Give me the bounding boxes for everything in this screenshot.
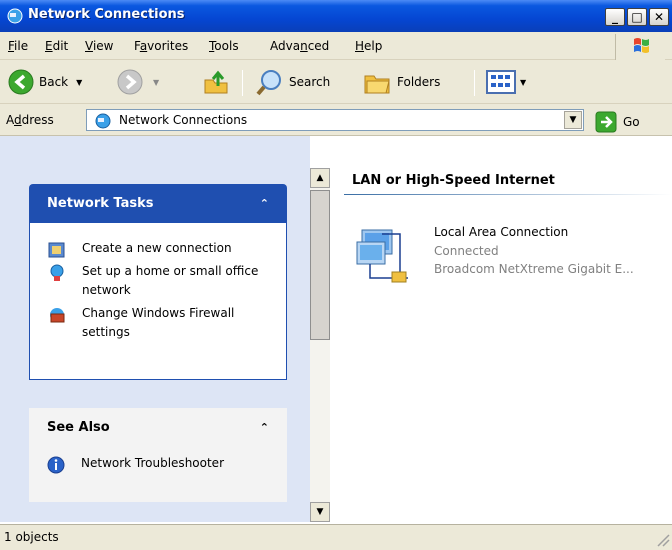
network-tasks-body: Create a new connection Set up a home or… xyxy=(29,222,287,380)
scroll-thumb[interactable] xyxy=(310,190,330,340)
see-also-body: Network Troubleshooter xyxy=(29,446,287,502)
collapse-chevron-icon[interactable]: ⌃ xyxy=(260,421,269,434)
info-icon xyxy=(47,456,65,474)
folders-icon xyxy=(364,75,390,94)
task-create-connection[interactable]: Create a new connection xyxy=(30,239,286,258)
vertical-scrollbar[interactable]: ▲ ▼ xyxy=(310,168,330,522)
toolbar-separator xyxy=(242,70,243,96)
views-dropdown-icon[interactable]: ▼ xyxy=(520,78,526,87)
scroll-down-button[interactable]: ▼ xyxy=(310,502,330,522)
new-connection-icon xyxy=(48,242,65,258)
toolbar: Back ▼ ▼ Search Folders ▼ xyxy=(0,60,672,104)
task-home-network[interactable]: Set up a home or small office network xyxy=(30,262,286,300)
forward-arrow-icon xyxy=(117,69,143,95)
window-title: Network Connections xyxy=(28,7,185,22)
collapse-chevron-icon[interactable]: ⌃ xyxy=(260,197,269,210)
up-folder-button[interactable] xyxy=(202,68,230,96)
title-bar[interactable]: Network Connections _ □ ✕ xyxy=(0,0,672,32)
network-connection-icon xyxy=(356,229,408,283)
network-connections-icon xyxy=(95,113,111,129)
link-network-troubleshooter[interactable]: Network Troubleshooter xyxy=(29,454,287,474)
network-connections-icon xyxy=(7,8,23,24)
status-bar: 1 objects xyxy=(0,524,672,550)
task-firewall-settings[interactable]: Change Windows Firewall settings xyxy=(30,304,286,342)
menu-tools[interactable]: Tools xyxy=(209,39,239,53)
task-pane: Network Tasks ⌃ Create a new connection … xyxy=(0,136,310,522)
address-input[interactable]: Network Connections ▼ xyxy=(86,109,584,131)
scroll-up-button[interactable]: ▲ xyxy=(310,168,330,188)
minimize-button[interactable]: _ xyxy=(605,8,625,26)
menu-file[interactable]: File xyxy=(8,39,28,53)
forward-button[interactable]: ▼ xyxy=(117,68,159,96)
see-also-header[interactable]: See Also ⌃ xyxy=(29,408,287,446)
search-icon xyxy=(256,70,281,96)
search-button[interactable]: Search xyxy=(256,68,330,96)
windows-logo xyxy=(615,34,665,60)
folders-button[interactable]: Folders xyxy=(362,68,440,96)
menu-help[interactable]: Help xyxy=(355,39,382,53)
go-button[interactable]: Go xyxy=(595,111,640,133)
views-button[interactable]: ▼ xyxy=(486,68,526,96)
maximize-button[interactable]: □ xyxy=(627,8,647,26)
see-also-panel: See Also ⌃ Network Troubleshooter xyxy=(29,408,287,502)
menu-view[interactable]: View xyxy=(85,39,113,53)
home-network-wizard-icon xyxy=(50,264,64,281)
address-label: Address xyxy=(6,113,54,127)
network-tasks-panel: Network Tasks ⌃ Create a new connection … xyxy=(29,184,287,380)
back-button[interactable]: Back ▼ xyxy=(8,68,82,96)
views-icon xyxy=(486,70,516,94)
menu-edit[interactable]: Edit xyxy=(45,39,68,53)
firewall-icon xyxy=(50,308,65,323)
menu-favorites[interactable]: Favorites xyxy=(134,39,188,53)
toolbar-separator xyxy=(474,70,475,96)
back-arrow-icon xyxy=(8,69,34,95)
group-header: LAN or High-Speed Internet xyxy=(352,173,555,188)
address-bar: Address Network Connections ▼ Go xyxy=(0,104,672,136)
close-button[interactable]: ✕ xyxy=(649,8,669,26)
back-dropdown-icon[interactable]: ▼ xyxy=(76,78,82,87)
network-tasks-header[interactable]: Network Tasks ⌃ xyxy=(29,184,287,222)
forward-dropdown-icon[interactable]: ▼ xyxy=(153,78,159,87)
content-pane: LAN or High-Speed Internet Local Area Co… xyxy=(332,168,672,522)
menu-advanced[interactable]: Advanced xyxy=(270,39,329,53)
address-dropdown-button[interactable]: ▼ xyxy=(564,111,582,129)
up-folder-icon xyxy=(204,70,228,94)
group-divider xyxy=(344,194,672,195)
local-area-connection-item[interactable]: Local Area Connection Connected Broadcom… xyxy=(352,222,634,289)
windows-flag-icon xyxy=(634,38,649,53)
resize-grip-icon[interactable] xyxy=(656,533,670,547)
menu-bar: File Edit View Favorites Tools Advanced … xyxy=(0,32,672,60)
go-arrow-icon xyxy=(595,111,617,133)
